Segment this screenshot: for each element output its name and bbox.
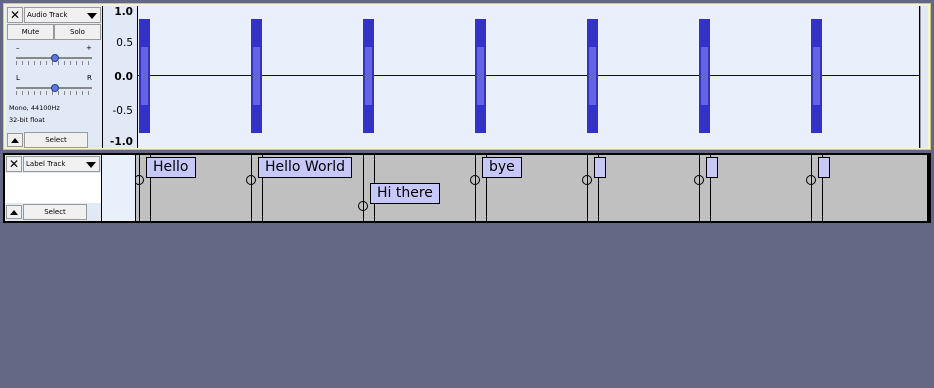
label-drag-handle-icon[interactable]	[136, 175, 144, 185]
collapse-track-button[interactable]	[7, 133, 23, 147]
label-boundary-line	[587, 155, 588, 221]
label-boundary-line	[475, 155, 476, 221]
select-track-button[interactable]: Select	[23, 204, 87, 220]
audio-clip-rms	[589, 47, 596, 105]
ruler-label: -1.0	[110, 136, 133, 148]
label-boundary-line	[811, 155, 812, 221]
ruler-label: -0.5	[112, 105, 134, 117]
audio-clip-rms	[253, 47, 260, 105]
audio-track-control-panel[interactable]: ✕ Audio Track Mute Solo – + L R Mono, 44…	[6, 6, 102, 148]
waveform-area[interactable]	[138, 6, 919, 148]
sample-format-bits: 32-bit float	[9, 116, 45, 124]
label-drag-handle-icon[interactable]	[806, 175, 816, 185]
audio-clip[interactable]	[363, 19, 374, 133]
label-text-box[interactable]	[818, 157, 830, 178]
pan-right-label: R	[87, 74, 92, 82]
label-boundary-line	[251, 155, 252, 221]
audio-clip[interactable]	[699, 19, 710, 133]
label-boundary-line	[699, 155, 700, 221]
audio-track: ✕ Audio Track Mute Solo – + L R Mono, 44…	[3, 3, 931, 150]
track-scrollbar[interactable]	[920, 6, 928, 148]
label-drag-handle-icon[interactable]	[358, 201, 368, 211]
track-name-menu-button[interactable]: Label Track	[23, 156, 100, 172]
audio-clip[interactable]	[587, 19, 598, 133]
label-boundary-line	[139, 155, 140, 221]
pan-slider-thumb-icon[interactable]	[51, 84, 59, 92]
label-text-box[interactable]: Hello World	[258, 157, 353, 178]
close-track-button[interactable]: ✕	[7, 7, 23, 23]
ruler-label: 0.5	[116, 37, 133, 49]
audio-clip-rms	[701, 47, 708, 105]
audio-clip[interactable]	[475, 19, 486, 133]
dropdown-arrow-icon	[86, 162, 96, 168]
label-drag-handle-icon[interactable]	[470, 175, 480, 185]
close-icon: ✕	[9, 8, 21, 22]
dropdown-arrow-icon	[87, 13, 97, 19]
label-area[interactable]: Hello Hello World Hi there bye	[136, 155, 927, 221]
audio-clip-rms	[813, 47, 820, 105]
gain-minus-label: –	[16, 44, 20, 52]
label-track-control-panel[interactable]: ✕ Label Track Select	[5, 155, 101, 221]
label-track: ✕ Label Track Select Hello Hello World Hi …	[3, 153, 931, 223]
label-drag-handle-icon[interactable]	[582, 175, 592, 185]
select-track-button[interactable]: Select	[24, 132, 88, 148]
ruler-label: 1.0	[114, 6, 133, 18]
label-text-box[interactable]: Hi there	[370, 183, 440, 204]
collapse-track-button[interactable]	[6, 205, 22, 219]
label-boundary-line	[363, 155, 364, 221]
solo-button[interactable]: Solo	[54, 24, 101, 40]
vertical-amplitude-ruler: 1.0 0.5 0.0 -0.5 -1.0	[103, 6, 137, 148]
sample-format-rate: Mono, 44100Hz	[9, 104, 60, 112]
track-name: Audio Track	[27, 11, 68, 19]
audio-clip-rms	[477, 47, 484, 105]
audio-clip-rms	[141, 47, 148, 105]
label-drag-handle-icon[interactable]	[246, 175, 256, 185]
label-text-box[interactable]: bye	[482, 157, 522, 178]
label-text-box[interactable]: Hello	[146, 157, 196, 178]
track-name: Label Track	[26, 160, 66, 168]
audio-track-body: ✕ Audio Track Mute Solo – + L R Mono, 44…	[6, 6, 928, 148]
label-track-ruler-gap	[102, 155, 135, 221]
track-name-menu-button[interactable]: Audio Track	[24, 7, 101, 23]
close-icon: ✕	[8, 157, 20, 171]
label-track-footer: Select	[5, 203, 101, 221]
audio-clip-rms	[365, 47, 372, 105]
label-text-box[interactable]	[706, 157, 718, 178]
label-track-header: ✕ Label Track	[5, 155, 101, 173]
label-text-box[interactable]	[594, 157, 606, 178]
audio-clip[interactable]	[811, 19, 822, 133]
close-track-button[interactable]: ✕	[6, 156, 22, 172]
gain-slider-thumb-icon[interactable]	[51, 54, 59, 62]
audio-clip[interactable]	[139, 19, 150, 133]
pan-left-label: L	[16, 74, 20, 82]
ruler-label: 0.0	[114, 71, 133, 83]
mute-button[interactable]: Mute	[7, 24, 54, 40]
gain-plus-label: +	[86, 44, 92, 52]
label-drag-handle-icon[interactable]	[694, 175, 704, 185]
audio-clip[interactable]	[251, 19, 262, 133]
